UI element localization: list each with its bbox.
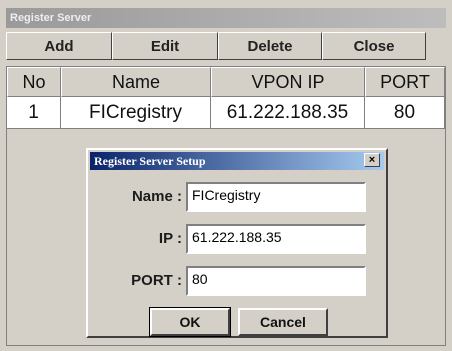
cancel-button[interactable]: Cancel: [238, 308, 328, 336]
close-icon[interactable]: ×: [364, 153, 380, 167]
port-field[interactable]: 80: [186, 266, 366, 296]
window-title: Register Server: [6, 8, 446, 28]
ip-field[interactable]: 61.222.188.35: [186, 224, 366, 254]
column-header-ip[interactable]: VPON IP: [211, 67, 365, 97]
delete-button[interactable]: Delete: [218, 32, 322, 60]
dialog-title: Register Server Setup: [90, 152, 384, 170]
add-button[interactable]: Add: [6, 32, 112, 60]
cell-name: FICregistry: [61, 97, 211, 129]
register-server-setup-dialog: Register Server Setup × Name : FICregist…: [86, 148, 388, 338]
edit-button[interactable]: Edit: [112, 32, 218, 60]
column-header-port[interactable]: PORT: [365, 67, 445, 97]
ip-label: IP :: [158, 230, 182, 247]
column-header-no[interactable]: No: [7, 67, 61, 97]
ok-button[interactable]: OK: [149, 307, 231, 337]
port-label: PORT :: [131, 272, 182, 289]
cell-no: 1: [7, 97, 61, 129]
name-field[interactable]: FICregistry: [186, 182, 366, 212]
column-header-name[interactable]: Name: [61, 67, 211, 97]
toolbar: Add Edit Delete Close: [6, 32, 446, 62]
close-button[interactable]: Close: [322, 32, 426, 60]
cell-ip: 61.222.188.35: [211, 97, 365, 129]
name-label: Name :: [131, 188, 182, 205]
cell-port: 80: [365, 97, 445, 129]
